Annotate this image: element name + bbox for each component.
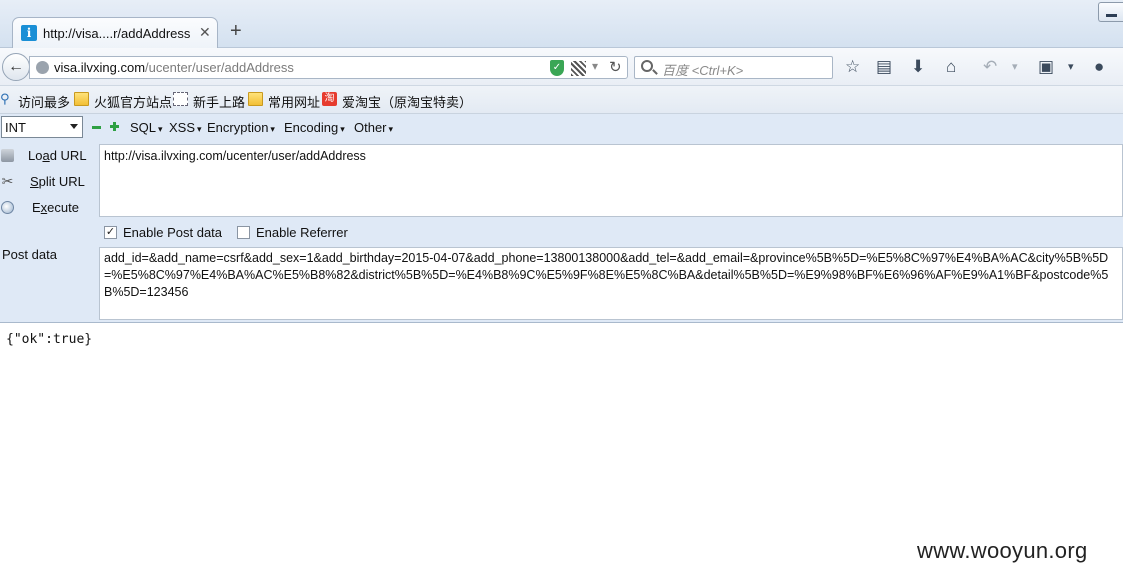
browser-window: i http://visa....r/addAddress ✕ + ← visa… <box>0 0 1123 579</box>
search-bar[interactable]: 百度 <Ctrl+K> <box>634 56 833 79</box>
qr-code-icon[interactable] <box>571 61 586 76</box>
plus-icon[interactable] <box>110 122 119 131</box>
minus-icon[interactable] <box>92 126 101 129</box>
chat-bubble-icon[interactable]: ● <box>1094 57 1104 77</box>
menu-sql[interactable]: SQL <box>130 120 163 135</box>
blank-page-icon <box>173 92 188 106</box>
reading-list-icon[interactable]: ▤ <box>876 57 892 77</box>
menu-other[interactable]: Other <box>354 120 393 135</box>
int-select[interactable]: INT <box>1 116 83 138</box>
address-url[interactable]: visa.ilvxing.com/ucenter/user/addAddress <box>54 60 294 75</box>
bookmark-star-icon[interactable]: ☆ <box>845 57 860 77</box>
magnifier-icon: ⚲ <box>0 91 10 106</box>
split-url-button[interactable]: ✂ Split URL <box>0 172 96 192</box>
folder-icon <box>248 92 263 106</box>
execute-icon <box>1 201 14 214</box>
reload-icon[interactable]: ↻ <box>609 58 622 76</box>
shield-icon[interactable]: ✓ <box>550 60 564 76</box>
url-textarea[interactable]: http://visa.ilvxing.com/ucenter/user/add… <box>99 144 1123 217</box>
history-dropdown-icon[interactable]: ▾ <box>592 59 598 73</box>
screenshot-crop-icon[interactable]: ▣ <box>1038 57 1054 77</box>
new-tab-button[interactable]: + <box>230 20 242 43</box>
load-url-icon <box>1 149 14 162</box>
enable-post-checkbox[interactable]: ✓ <box>104 226 117 239</box>
tab-strip: i http://visa....r/addAddress ✕ + <box>0 0 1123 48</box>
search-icon[interactable] <box>641 60 653 72</box>
watermark-text: www.wooyun.org <box>917 538 1088 563</box>
bookmarks-toolbar: ⚲ 访问最多 火狐官方站点 新手上路 常用网址 淘 爱淘宝（原淘宝特卖） <box>0 86 1123 114</box>
post-data-textarea[interactable]: add_id=&add_name=csrf&add_sex=1&add_birt… <box>99 247 1123 320</box>
bookmark-most-visited[interactable]: 访问最多 <box>18 92 70 111</box>
load-url-button[interactable]: Load URL <box>0 146 96 166</box>
split-url-label: Split URL <box>30 174 85 189</box>
minimize-icon <box>1106 14 1117 17</box>
bookmark-common-sites[interactable]: 常用网址 <box>268 92 320 111</box>
enable-referrer-checkbox[interactable] <box>237 226 250 239</box>
post-data-label: Post data <box>2 247 57 262</box>
globe-icon <box>36 61 49 74</box>
enable-referrer-label: Enable Referrer <box>256 225 348 240</box>
navigation-toolbar: ← visa.ilvxing.com/ucenter/user/addAddre… <box>0 48 1123 86</box>
menu-encryption[interactable]: Encryption <box>207 120 275 135</box>
enable-post-label: Enable Post data <box>123 225 223 240</box>
int-select-value: INT <box>5 120 26 135</box>
back-button[interactable]: ← <box>2 53 30 81</box>
response-text: {"ok":true} <box>6 332 93 347</box>
undo-icon[interactable]: ↶ <box>983 57 997 77</box>
menu-encoding[interactable]: Encoding <box>284 120 345 135</box>
load-url-label: Load URL <box>28 148 87 163</box>
taobao-icon: 淘 <box>322 92 337 106</box>
undo-dropdown-icon[interactable]: ▾ <box>1012 57 1018 77</box>
bookmark-firefox-site[interactable]: 火狐官方站点 <box>94 92 172 111</box>
folder-icon <box>74 92 89 106</box>
address-bar[interactable]: visa.ilvxing.com/ucenter/user/addAddress… <box>29 56 628 79</box>
home-icon[interactable]: ⌂ <box>946 57 956 77</box>
close-tab-icon[interactable]: ✕ <box>199 24 211 41</box>
execute-button[interactable]: Execute <box>0 198 96 218</box>
hackbar-panel: INT SQL XSS Encryption Encoding Other Lo… <box>0 114 1123 323</box>
crop-dropdown-icon[interactable]: ▾ <box>1068 57 1074 77</box>
scissors-icon: ✂ <box>1 173 14 189</box>
chevron-down-icon <box>70 124 78 129</box>
tab-title: http://visa....r/addAddress <box>43 26 191 41</box>
bookmark-aitaobao[interactable]: 爱淘宝（原淘宝特卖） <box>342 92 472 111</box>
search-placeholder: 百度 <Ctrl+K> <box>662 63 744 78</box>
execute-label: Execute <box>32 200 79 215</box>
browser-tab[interactable]: i http://visa....r/addAddress ✕ <box>12 17 218 48</box>
menu-xss[interactable]: XSS <box>169 120 202 135</box>
minimize-window-button[interactable] <box>1098 2 1123 22</box>
bookmark-getting-started[interactable]: 新手上路 <box>193 92 245 111</box>
download-icon[interactable]: ⬇ <box>911 57 925 77</box>
site-favicon-icon: i <box>21 25 37 41</box>
